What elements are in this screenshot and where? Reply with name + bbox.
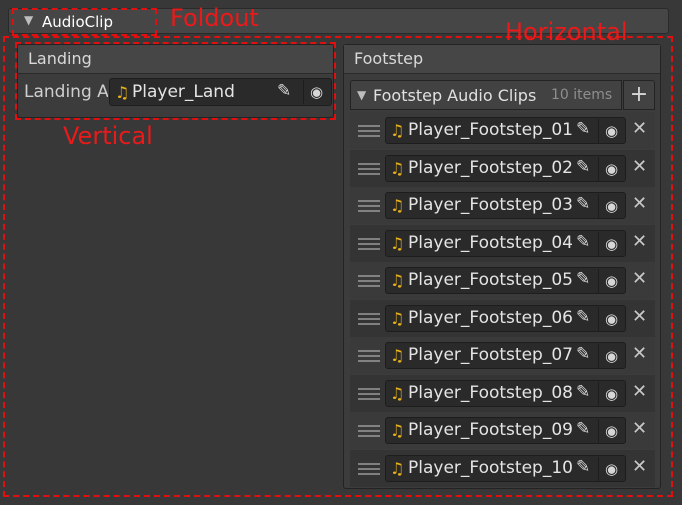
footstep-audio-field[interactable]: ♫ Player_Footstep_09 ✎ ◉ xyxy=(385,417,626,444)
footstep-audio-field[interactable]: ♫ Player_Footstep_08 ✎ ◉ xyxy=(385,379,626,407)
close-icon[interactable]: ✕ xyxy=(632,456,647,477)
target-icon[interactable]: ◉ xyxy=(598,194,624,218)
music-note-icon: ♫ xyxy=(390,196,405,215)
footstep-list-header[interactable]: ▼ Footstep Audio Clips 10 items xyxy=(350,80,622,110)
list-item: ♫ Player_Footstep_01 ✎ ◉ ✕ xyxy=(350,112,655,149)
footstep-audio-field[interactable]: ♫ Player_Footstep_05 ✎ ◉ xyxy=(385,267,626,294)
drag-handle-icon[interactable] xyxy=(358,275,380,287)
vertical-annotation-box xyxy=(15,42,336,120)
list-item: ♫ Player_Footstep_08 ✎ ◉ ✕ xyxy=(350,374,655,412)
target-icon[interactable]: ◉ xyxy=(598,156,624,181)
footstep-audio-value: Player_Footstep_08 xyxy=(408,382,573,403)
footstep-audio-field[interactable]: ♫ Player_Footstep_02 ✎ ◉ xyxy=(385,154,626,182)
music-note-icon: ♫ xyxy=(390,346,405,365)
footstep-audio-value: Player_Footstep_09 xyxy=(408,420,573,440)
target-icon[interactable]: ◉ xyxy=(598,119,624,143)
close-icon[interactable]: ✕ xyxy=(632,268,647,289)
list-item: ♫ Player_Footstep_04 ✎ ◉ ✕ xyxy=(350,224,655,262)
add-item-button[interactable]: + xyxy=(623,80,655,110)
music-note-icon: ♫ xyxy=(390,421,405,440)
list-item: ♫ Player_Footstep_02 ✎ ◉ ✕ xyxy=(350,149,655,187)
music-note-icon: ♫ xyxy=(390,383,405,403)
list-item: ♫ Player_Footstep_06 ✎ ◉ ✕ xyxy=(350,299,655,337)
music-note-icon: ♫ xyxy=(390,271,405,290)
pencil-icon[interactable]: ✎ xyxy=(576,419,590,439)
drag-handle-icon[interactable] xyxy=(358,425,380,437)
pencil-icon[interactable]: ✎ xyxy=(576,232,590,252)
footstep-audio-value: Player_Footstep_04 xyxy=(408,232,573,253)
footstep-audio-value: Player_Footstep_06 xyxy=(408,307,573,328)
footstep-audio-value: Player_Footstep_01 xyxy=(408,120,573,140)
music-note-icon: ♫ xyxy=(390,121,405,140)
list-item: ♫ Player_Footstep_05 ✎ ◉ ✕ xyxy=(350,262,655,299)
pencil-icon[interactable]: ✎ xyxy=(576,194,590,214)
footstep-audio-field[interactable]: ♫ Player_Footstep_07 ✎ ◉ xyxy=(385,342,626,369)
list-item: ♫ Player_Footstep_03 ✎ ◉ ✕ xyxy=(350,187,655,224)
music-note-icon: ♫ xyxy=(390,458,405,478)
close-icon[interactable]: ✕ xyxy=(632,156,647,177)
close-icon[interactable]: ✕ xyxy=(632,306,647,327)
footstep-audio-value: Player_Footstep_07 xyxy=(408,345,573,365)
drag-handle-icon[interactable] xyxy=(358,350,380,362)
drag-handle-icon[interactable] xyxy=(358,237,380,250)
drag-handle-icon[interactable] xyxy=(358,200,380,212)
target-icon[interactable]: ◉ xyxy=(598,381,624,406)
pencil-icon[interactable]: ✎ xyxy=(576,157,590,177)
close-icon[interactable]: ✕ xyxy=(632,231,647,252)
drag-handle-icon[interactable] xyxy=(358,462,380,475)
close-icon[interactable]: ✕ xyxy=(632,381,647,402)
music-note-icon: ♫ xyxy=(390,158,405,178)
foldout-annotation-box xyxy=(12,8,157,36)
footstep-audio-value: Player_Footstep_03 xyxy=(408,195,573,215)
drag-handle-icon[interactable] xyxy=(358,387,380,400)
close-icon[interactable]: ✕ xyxy=(632,418,647,439)
music-note-icon: ♫ xyxy=(390,308,405,328)
target-icon[interactable]: ◉ xyxy=(598,306,624,331)
footstep-audio-field[interactable]: ♫ Player_Footstep_04 ✎ ◉ xyxy=(385,229,626,257)
footstep-audio-field[interactable]: ♫ Player_Footstep_10 ✎ ◉ xyxy=(385,454,626,482)
pencil-icon[interactable]: ✎ xyxy=(576,119,590,139)
list-item: ♫ Player_Footstep_09 ✎ ◉ ✕ xyxy=(350,412,655,449)
footstep-audio-value: Player_Footstep_02 xyxy=(408,157,573,178)
triangle-down-icon[interactable]: ▼ xyxy=(357,88,366,102)
target-icon[interactable]: ◉ xyxy=(598,456,624,481)
target-icon[interactable]: ◉ xyxy=(598,269,624,293)
pencil-icon[interactable]: ✎ xyxy=(576,344,590,364)
list-item: ♫ Player_Footstep_10 ✎ ◉ ✕ xyxy=(350,449,655,487)
foldout-annotation-label: Foldout xyxy=(170,4,259,32)
footstep-audio-field[interactable]: ♫ Player_Footstep_01 ✎ ◉ xyxy=(385,117,626,144)
footstep-header: Footstep xyxy=(344,45,660,74)
footstep-audio-value: Player_Footstep_05 xyxy=(408,270,573,290)
close-icon[interactable]: ✕ xyxy=(632,343,647,364)
footstep-audio-field[interactable]: ♫ Player_Footstep_03 ✎ ◉ xyxy=(385,192,626,219)
footstep-audio-field[interactable]: ♫ Player_Footstep_06 ✎ ◉ xyxy=(385,304,626,332)
drag-handle-icon[interactable] xyxy=(358,125,380,137)
footstep-list-title: Footstep Audio Clips xyxy=(373,86,537,105)
drag-handle-icon[interactable] xyxy=(358,162,380,175)
vertical-annotation-label: Vertical xyxy=(63,122,153,150)
pencil-icon[interactable]: ✎ xyxy=(576,269,590,289)
target-icon[interactable]: ◉ xyxy=(598,344,624,368)
footstep-audio-value: Player_Footstep_10 xyxy=(408,457,573,478)
target-icon[interactable]: ◉ xyxy=(598,231,624,256)
close-icon[interactable]: ✕ xyxy=(632,118,647,139)
horizontal-annotation-label: Horizontal xyxy=(505,18,628,46)
list-item: ♫ Player_Footstep_07 ✎ ◉ ✕ xyxy=(350,337,655,374)
pencil-icon[interactable]: ✎ xyxy=(576,382,590,402)
close-icon[interactable]: ✕ xyxy=(632,193,647,214)
music-note-icon: ♫ xyxy=(390,233,405,253)
target-icon[interactable]: ◉ xyxy=(598,419,624,443)
pencil-icon[interactable]: ✎ xyxy=(576,307,590,327)
pencil-icon[interactable]: ✎ xyxy=(576,457,590,477)
footstep-list-count: 10 items xyxy=(551,87,613,103)
drag-handle-icon[interactable] xyxy=(358,312,380,325)
